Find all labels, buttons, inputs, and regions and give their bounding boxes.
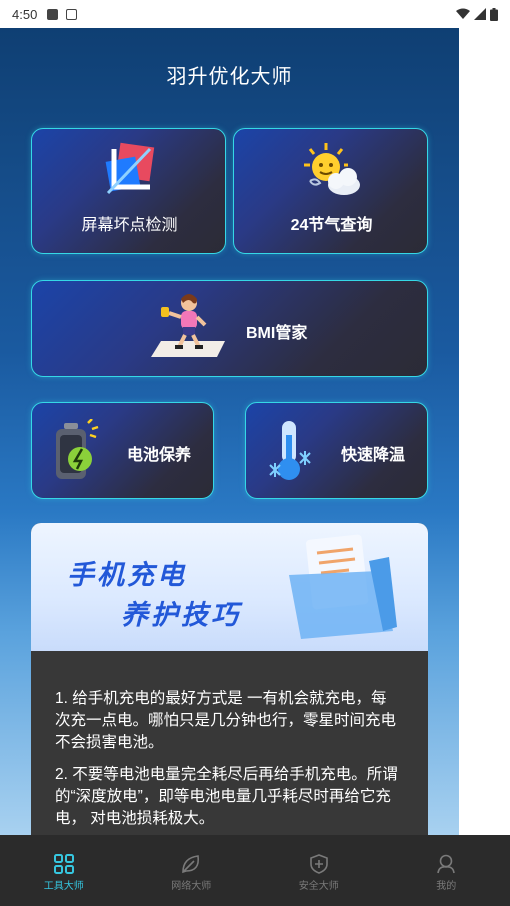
page-title: 羽升优化大师 [166,66,293,88]
bmi-manager-card[interactable]: BMI管家 [31,280,428,377]
card-label: 24节气查询 [290,217,373,234]
tab-label: 安全大师 [298,881,339,892]
tip-item: 1. 给手机充电的最好方式是 一有机会就充电，每次充一点电。哪怕只是几分钟也行，… [55,690,397,751]
signal-icon [474,8,486,20]
tips-banner: 手机充电 养护技巧 [31,523,428,651]
status-time: 4:50 [12,6,38,22]
user-icon [437,854,456,874]
fitness-girl-icon [151,294,225,357]
charging-tips-panel: 手机充电 养护技巧 1. 给手机充电的最好方式是 一有机会就充电，每次充一点电。… [31,523,428,835]
tab-tools[interactable]: 工具大师 [0,835,128,906]
tab-mine[interactable]: 我的 [383,835,510,906]
bottom-tab-bar: 工具大师 网络大师 安全大师 我的 [0,835,510,906]
banner-title-line1: 手机充电 [67,560,187,590]
tips-body: 1. 给手机充电的最好方式是 一有机会就充电，每次充一点电。哪怕只是几分钟也行，… [55,688,400,835]
status-bar: 4:50 [0,0,510,28]
side-blank-area [459,28,510,835]
app-notification-icon [66,8,78,20]
tab-label: 网络大师 [171,881,212,892]
shield-icon [309,854,328,874]
wifi-icon [456,8,470,19]
main-content: 羽升优化大师 屏幕坏点检测 24节气查询 BMI管家 电池保养 快速降温 手机充… [0,28,459,835]
solar-terms-card[interactable]: 24节气查询 [233,128,428,254]
sun-cloud-icon [304,143,360,195]
battery-status-icon [490,7,498,21]
battery-icon [56,419,99,479]
leaf-icon [182,855,200,874]
tab-security[interactable]: 安全大师 [255,835,383,906]
tab-label: 我的 [436,881,457,892]
tab-label: 工具大师 [43,881,84,892]
tip-item: 2. 不要等电池电量完全耗尽后再给手机充电。所谓的“深度放电”，即等电池电量几乎… [55,766,398,827]
folder-icon [289,534,397,639]
card-label: 屏幕坏点检测 [81,217,178,234]
card-label: 快速降温 [341,447,406,464]
tab-network[interactable]: 网络大师 [128,835,256,906]
thermometer-icon [269,421,311,480]
card-label: BMI管家 [246,325,308,342]
screen-test-icon [105,142,155,195]
battery-care-card[interactable]: 电池保养 [31,402,214,499]
card-label: 电池保养 [127,447,192,464]
screen-dead-pixel-card[interactable]: 屏幕坏点检测 [31,128,226,254]
quick-cooling-card[interactable]: 快速降温 [245,402,428,499]
grid-icon [53,854,74,874]
notification-icon [47,8,59,20]
banner-title-line2: 养护技巧 [121,600,241,630]
